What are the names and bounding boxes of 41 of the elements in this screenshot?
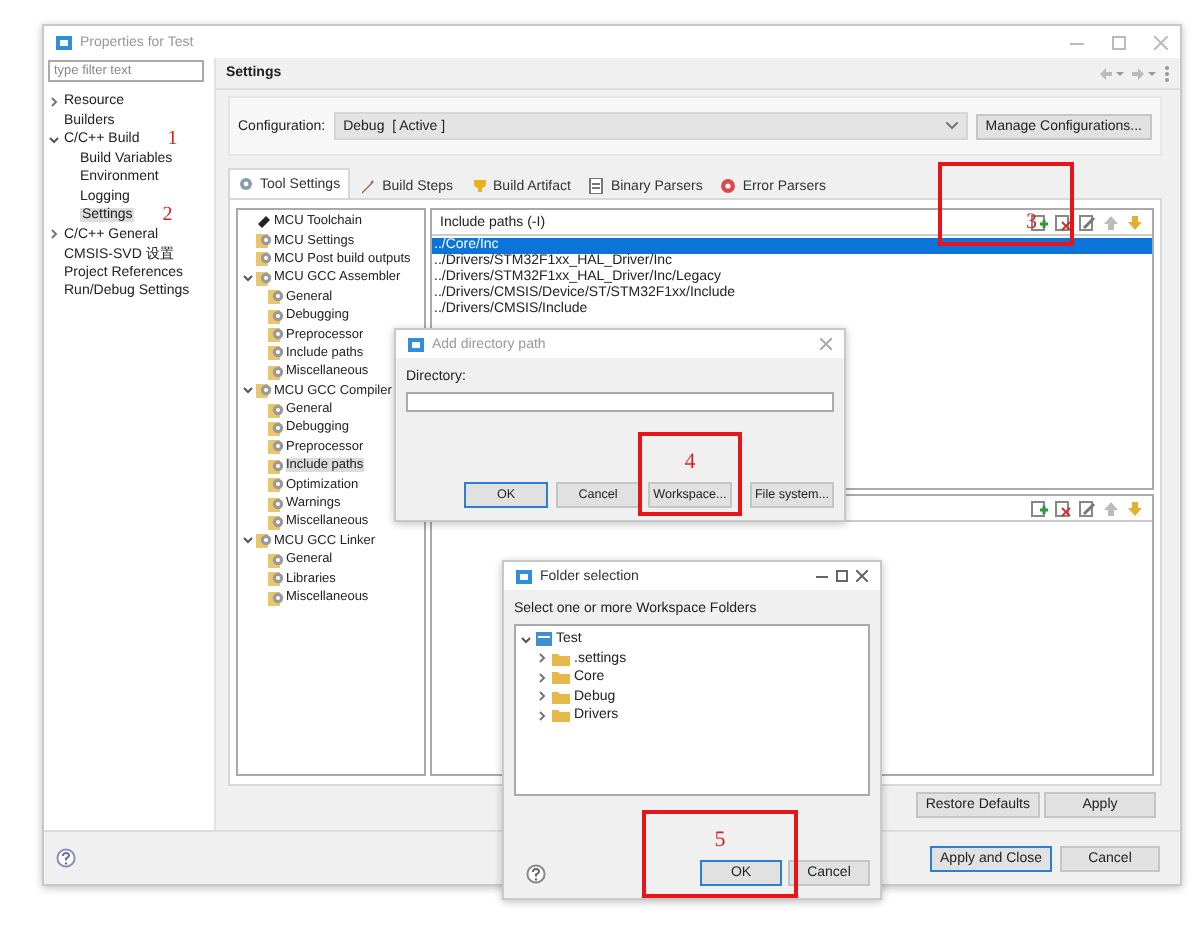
trophy-icon xyxy=(471,178,488,194)
annotation-number: 4 xyxy=(684,450,696,474)
annotation-number: 1 xyxy=(167,130,178,149)
project-icon xyxy=(536,632,552,647)
document-icon xyxy=(588,178,605,194)
chevron-icon[interactable] xyxy=(48,133,60,146)
chevron-icon[interactable] xyxy=(536,671,548,684)
minimize-icon[interactable] xyxy=(816,570,828,582)
app-icon xyxy=(408,337,424,351)
add-icon[interactable] xyxy=(1030,499,1048,517)
annotation-number: 2 xyxy=(162,206,173,225)
maximize-icon[interactable] xyxy=(836,570,848,582)
chevron-icon[interactable] xyxy=(536,709,548,722)
help-icon[interactable] xyxy=(526,863,546,883)
annotation-number: 3 xyxy=(1026,210,1037,234)
caret-icon xyxy=(945,122,958,130)
add-icon[interactable] xyxy=(1030,213,1048,231)
chevron-icon[interactable] xyxy=(520,633,532,646)
chevron-icon[interactable] xyxy=(48,228,60,241)
chevron-icon[interactable] xyxy=(536,690,548,703)
edit-icon[interactable] xyxy=(1078,213,1096,231)
close-icon[interactable] xyxy=(856,570,868,582)
gear-icon xyxy=(720,178,737,194)
chevron-icon[interactable] xyxy=(242,271,254,284)
chevron-icon[interactable] xyxy=(242,534,254,547)
chip-icon xyxy=(256,213,272,230)
chevron-icon[interactable] xyxy=(242,384,254,397)
edit-icon[interactable] xyxy=(1078,499,1096,517)
help-icon[interactable] xyxy=(56,848,76,868)
back-icon[interactable] xyxy=(1100,67,1124,79)
more-icon[interactable] xyxy=(1164,65,1170,81)
chevron-icon[interactable] xyxy=(48,95,60,108)
delete-icon[interactable] xyxy=(1054,213,1072,231)
forward-icon[interactable] xyxy=(1132,67,1156,79)
app-icon xyxy=(516,569,532,583)
delete-icon[interactable] xyxy=(1054,499,1072,517)
directory-field[interactable] xyxy=(406,392,834,412)
annotation-number: 5 xyxy=(714,828,726,852)
app-icon xyxy=(56,35,72,49)
chevron-icon[interactable] xyxy=(536,652,548,665)
gear-icon xyxy=(238,176,254,192)
